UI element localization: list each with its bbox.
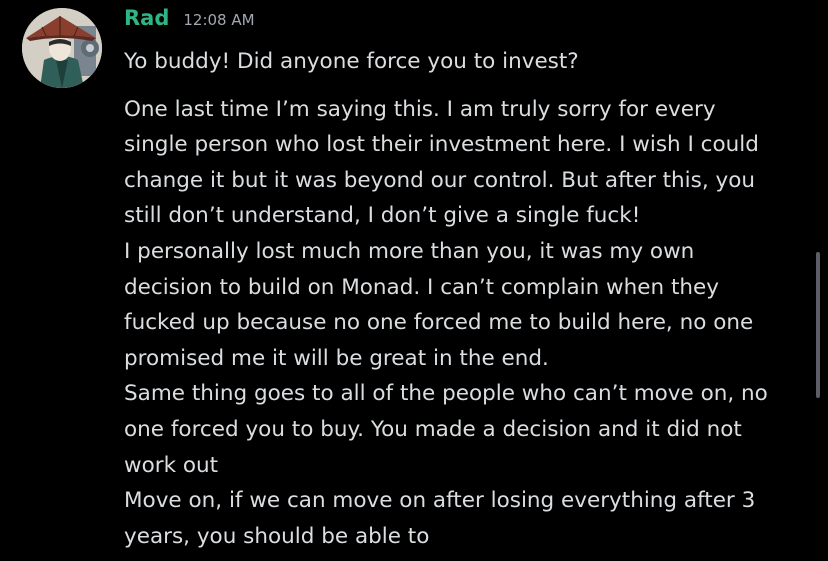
message-line: work out xyxy=(124,452,219,478)
message-line: change it but it was beyond our control.… xyxy=(124,167,756,193)
message-line: Yo buddy! Did anyone force you to invest… xyxy=(124,49,579,74)
message-line: single person who lost their investment … xyxy=(124,132,759,158)
avatar-icon xyxy=(22,8,102,88)
message-body: Yo buddy! Did anyone force you to invest… xyxy=(124,44,794,554)
message-line: Same thing goes to all of the people who… xyxy=(124,381,768,407)
scrollbar-thumb[interactable] xyxy=(816,252,820,398)
message-line: still don’t understand, I don’t give a s… xyxy=(124,203,641,229)
avatar[interactable] xyxy=(22,8,102,88)
username[interactable]: Rad xyxy=(124,6,169,30)
message-line: one forced you to buy. You made a decisi… xyxy=(124,416,742,442)
message-line: decision to build on Monad. I can’t comp… xyxy=(124,274,719,300)
scrollbar[interactable] xyxy=(814,0,822,561)
message-line: Move on, if we can move on after losing … xyxy=(124,488,756,514)
message-line: One last time I’m saying this. I am trul… xyxy=(124,96,716,122)
message-line: promised me it will be great in the end. xyxy=(124,345,549,371)
message-line: years, you should be able to xyxy=(124,523,430,549)
chat-view: Rad 12:08 AM Yo buddy! Did anyone force … xyxy=(0,0,828,561)
message-header: Rad 12:08 AM xyxy=(124,6,255,36)
timestamp[interactable]: 12:08 AM xyxy=(183,11,254,29)
message-line: I personally lost much more than you, it… xyxy=(124,238,695,264)
message-line: fucked up because no one forced me to bu… xyxy=(124,310,754,336)
